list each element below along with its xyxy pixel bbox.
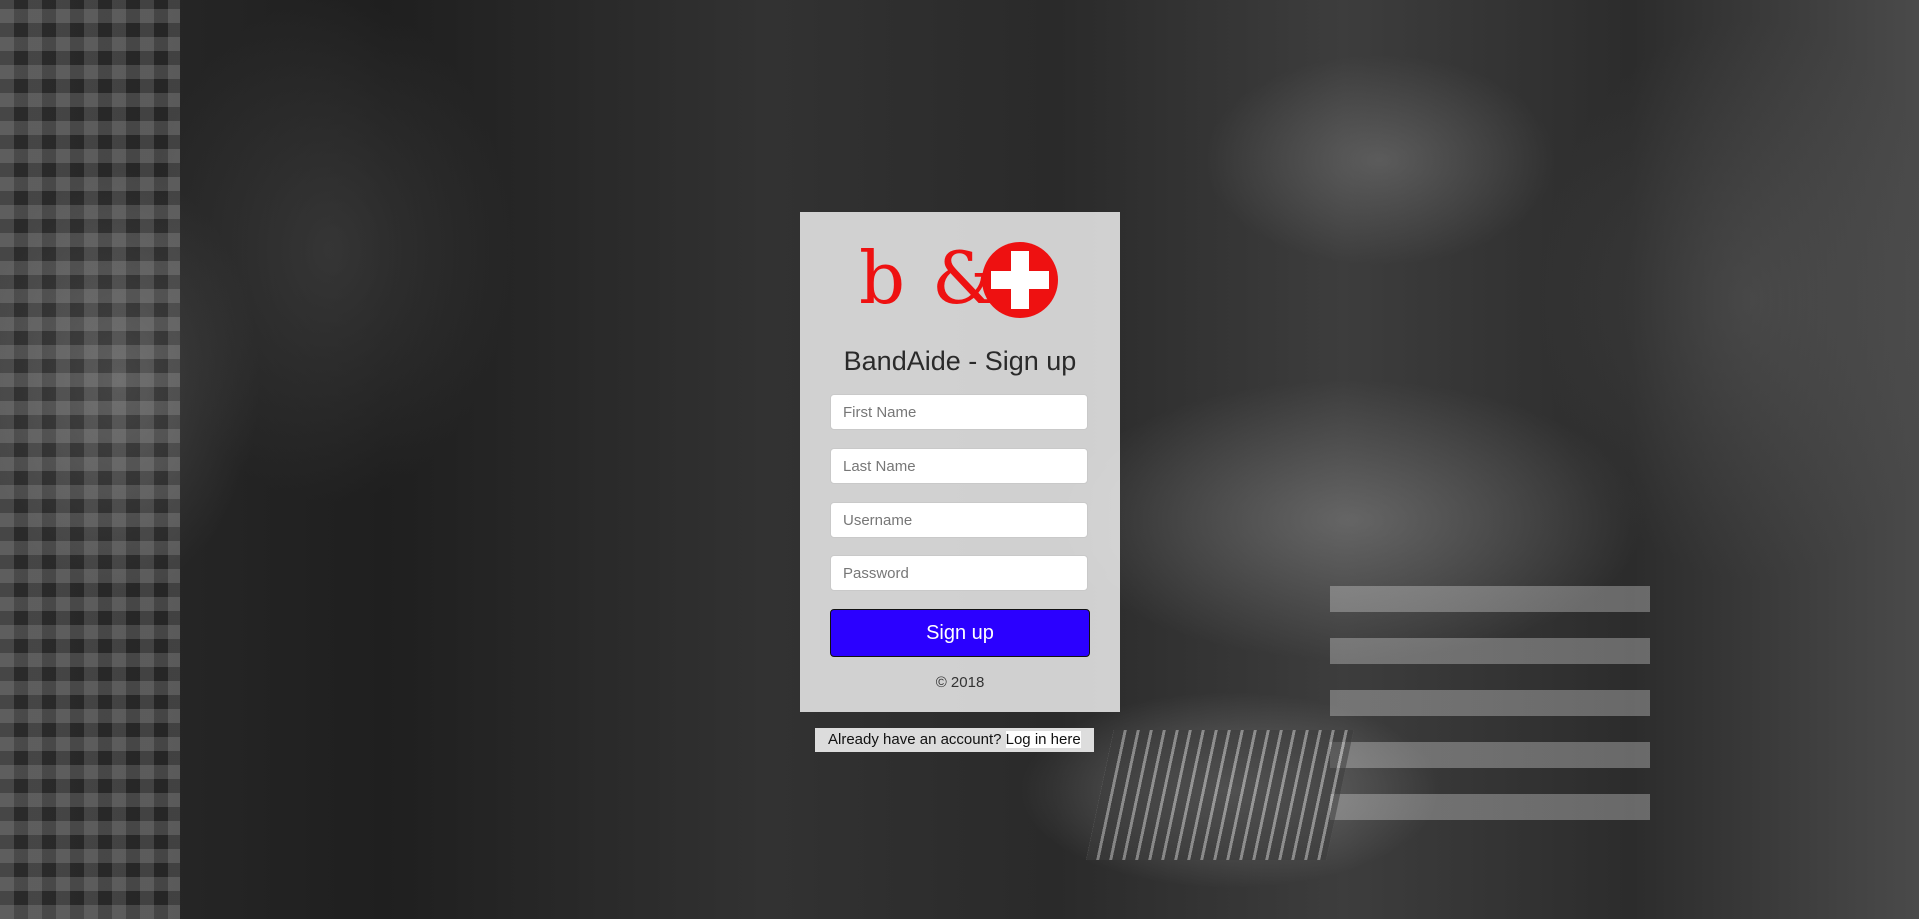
last-name-input[interactable]: [830, 448, 1088, 484]
first-name-input[interactable]: [830, 394, 1088, 430]
signup-button[interactable]: Sign up: [830, 609, 1090, 657]
background-plaid-shirt: [0, 0, 180, 919]
copyright-text: © 2018: [935, 674, 985, 691]
login-prompt-text: Already have an account?: [828, 731, 1002, 748]
page-title: BandAide - Sign up: [843, 346, 1077, 376]
background-laptop-keyboard: [1086, 730, 1354, 860]
password-input[interactable]: [830, 555, 1088, 591]
logo: b &: [855, 236, 1065, 320]
login-link[interactable]: Log in here: [1005, 731, 1081, 748]
login-prompt: Already have an account? Log in here: [815, 728, 1094, 752]
red-cross-icon: [982, 242, 1058, 318]
username-input[interactable]: [830, 502, 1088, 538]
signup-panel: b & BandAide - Sign up Sign up © 2018: [800, 212, 1120, 712]
background-striped-shirt: [1330, 560, 1650, 820]
logo-text: b &: [859, 236, 999, 320]
